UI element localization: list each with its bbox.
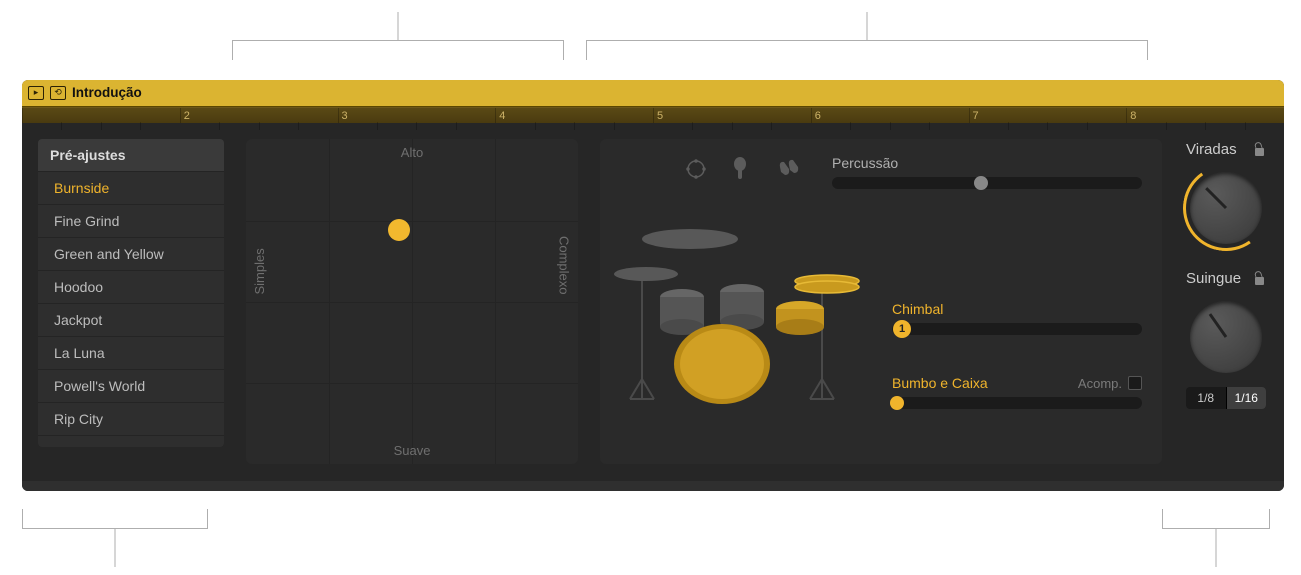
swing-lock-icon[interactable]	[1253, 272, 1266, 285]
timeline-ruler[interactable]: 2 3 4 5 6 7 8	[22, 107, 1284, 124]
preset-item[interactable]: Powell's World	[38, 369, 224, 402]
editor-body: Pré-ajustes BurnsideFine GrindGreen and …	[22, 123, 1284, 480]
fills-lock-icon[interactable]	[1253, 143, 1266, 156]
percussion-label: Percussão	[832, 155, 1142, 171]
ruler-mark: 6	[815, 110, 821, 122]
preset-item[interactable]: Hoodoo	[38, 270, 224, 303]
knobs-panel: Viradas Suingue 1/8 1/16	[1184, 139, 1268, 464]
percussion-slider: Percussão	[832, 155, 1142, 189]
xy-puck[interactable]	[388, 219, 410, 241]
swing-label-row: Suingue	[1184, 270, 1268, 287]
presets-header: Pré-ajustes	[38, 139, 224, 171]
hihat-thumb-value: 1	[893, 320, 911, 338]
kit-panel: Percussão	[600, 139, 1162, 464]
kicksnare-track[interactable]	[892, 397, 1142, 409]
ruler-mark: 2	[184, 110, 190, 122]
acomp-checkbox[interactable]	[1128, 376, 1142, 390]
percussion-icons[interactable]	[612, 157, 812, 187]
swing-option-8[interactable]: 1/8	[1186, 387, 1227, 409]
loop-icon[interactable]: ⟲	[50, 86, 66, 100]
editor-footer	[22, 480, 1284, 491]
acomp-label: Acomp.	[1078, 376, 1122, 391]
xy-label-top: Alto	[401, 145, 423, 160]
percussion-track[interactable]	[832, 177, 1142, 189]
drum-kit-illustration[interactable]	[612, 209, 872, 409]
kicksnare-thumb[interactable]	[890, 396, 904, 410]
fills-label-row: Viradas	[1184, 141, 1268, 158]
acomp-toggle[interactable]: Acomp.	[1078, 376, 1142, 391]
ruler-mark: 4	[499, 110, 505, 122]
preset-item[interactable]: Burnside	[38, 171, 224, 204]
hihat-label: Chimbal	[892, 301, 1142, 317]
ruler-mark: 7	[973, 110, 979, 122]
swing-resolution-toggle[interactable]: 1/8 1/16	[1186, 387, 1266, 409]
clap-icon[interactable]	[776, 157, 802, 187]
ruler-mark: 8	[1130, 110, 1136, 122]
play-icon[interactable]: ▸	[28, 86, 44, 100]
region-name: Introdução	[72, 85, 142, 100]
shaker-icon[interactable]	[732, 157, 752, 187]
swing-option-16[interactable]: 1/16	[1227, 387, 1267, 409]
region-bar[interactable]: ▸ ⟲ Introdução	[22, 80, 1284, 107]
ruler-mark: 5	[657, 110, 663, 122]
swing-knob[interactable]	[1190, 301, 1262, 373]
hihat-thumb[interactable]: 1	[895, 322, 909, 336]
xy-label-bottom: Suave	[394, 443, 431, 458]
presets-empty-row	[38, 435, 224, 447]
fills-label: Viradas	[1186, 141, 1237, 158]
fills-knob[interactable]	[1190, 172, 1262, 244]
hihat-track[interactable]: 1	[892, 323, 1142, 335]
preset-item[interactable]: Rip City	[38, 402, 224, 435]
xy-label-left: Simples	[252, 248, 267, 294]
hihat-slider: Chimbal 1	[892, 301, 1142, 335]
kicksnare-slider: Bumbo e Caixa	[892, 375, 1066, 391]
drummer-editor: ▸ ⟲ Introdução 2 3 4 5 6 7 8 Pré-ajustes Burns…	[22, 80, 1284, 491]
kicksnare-label: Bumbo e Caixa	[892, 375, 1066, 391]
xy-pad[interactable]: Alto Suave Simples Complexo	[246, 139, 578, 464]
preset-item[interactable]: Jackpot	[38, 303, 224, 336]
xy-label-right: Complexo	[557, 236, 572, 295]
percussion-thumb[interactable]	[974, 176, 988, 190]
tambourine-icon[interactable]	[684, 157, 708, 187]
preset-item[interactable]: Green and Yellow	[38, 237, 224, 270]
ruler-mark: 3	[342, 110, 348, 122]
swing-label: Suingue	[1186, 270, 1241, 287]
presets-panel: Pré-ajustes BurnsideFine GrindGreen and …	[38, 139, 224, 447]
preset-item[interactable]: Fine Grind	[38, 204, 224, 237]
preset-item[interactable]: La Luna	[38, 336, 224, 369]
